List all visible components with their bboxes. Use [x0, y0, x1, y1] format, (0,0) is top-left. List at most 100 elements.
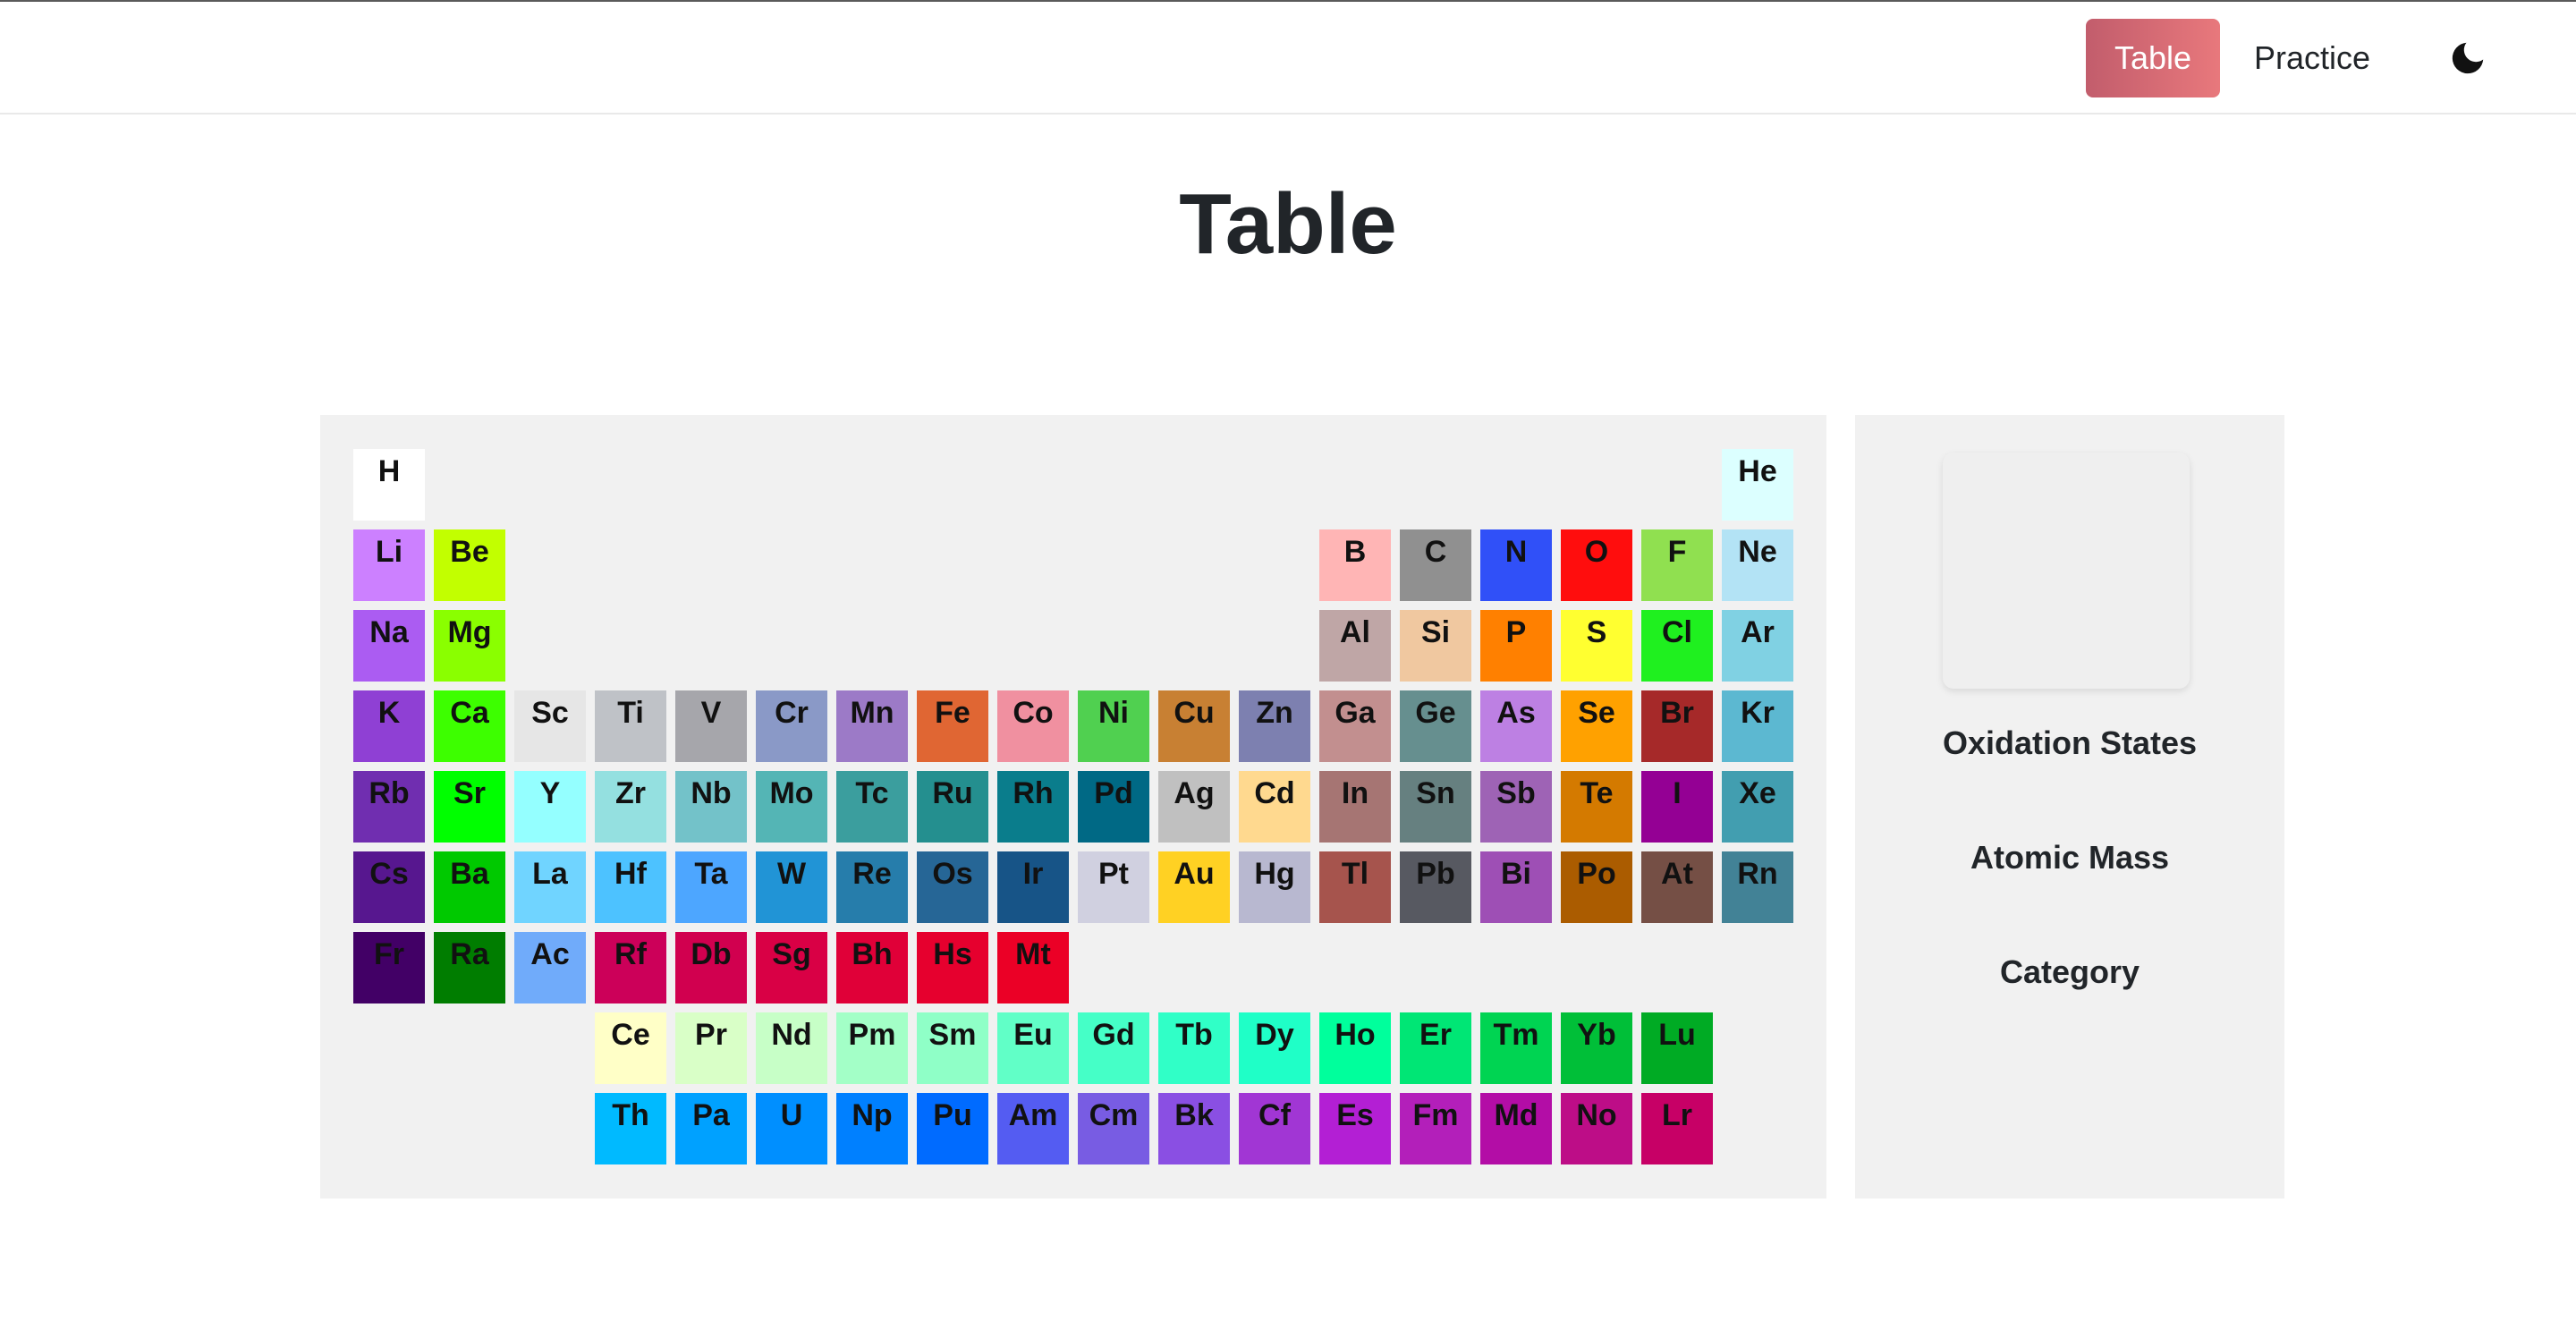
element-tile-ir[interactable]: Ir — [997, 851, 1069, 923]
element-tile-hg[interactable]: Hg — [1239, 851, 1310, 923]
element-tile-w[interactable]: W — [756, 851, 827, 923]
element-tile-rf[interactable]: Rf — [595, 932, 666, 1004]
element-tile-in[interactable]: In — [1319, 771, 1391, 843]
element-tile-i[interactable]: I — [1641, 771, 1713, 843]
element-tile-ta[interactable]: Ta — [675, 851, 747, 923]
element-tile-xe[interactable]: Xe — [1722, 771, 1793, 843]
element-tile-fr[interactable]: Fr — [353, 932, 425, 1004]
element-tile-br[interactable]: Br — [1641, 690, 1713, 762]
element-tile-se[interactable]: Se — [1561, 690, 1632, 762]
element-tile-p[interactable]: P — [1480, 610, 1552, 682]
element-tile-sm[interactable]: Sm — [917, 1012, 988, 1084]
element-tile-u[interactable]: U — [756, 1093, 827, 1164]
element-tile-cu[interactable]: Cu — [1158, 690, 1230, 762]
element-tile-dy[interactable]: Dy — [1239, 1012, 1310, 1084]
element-tile-mg[interactable]: Mg — [434, 610, 505, 682]
element-tile-ne[interactable]: Ne — [1722, 529, 1793, 601]
element-tile-v[interactable]: V — [675, 690, 747, 762]
element-tile-cd[interactable]: Cd — [1239, 771, 1310, 843]
element-tile-pa[interactable]: Pa — [675, 1093, 747, 1164]
element-tile-er[interactable]: Er — [1400, 1012, 1471, 1084]
element-tile-cf[interactable]: Cf — [1239, 1093, 1310, 1164]
element-tile-na[interactable]: Na — [353, 610, 425, 682]
element-tile-b[interactable]: B — [1319, 529, 1391, 601]
element-tile-re[interactable]: Re — [836, 851, 908, 923]
element-tile-cr[interactable]: Cr — [756, 690, 827, 762]
element-tile-tb[interactable]: Tb — [1158, 1012, 1230, 1084]
element-tile-al[interactable]: Al — [1319, 610, 1391, 682]
element-tile-tl[interactable]: Tl — [1319, 851, 1391, 923]
element-tile-nb[interactable]: Nb — [675, 771, 747, 843]
element-tile-pm[interactable]: Pm — [836, 1012, 908, 1084]
element-tile-ru[interactable]: Ru — [917, 771, 988, 843]
element-tile-yb[interactable]: Yb — [1561, 1012, 1632, 1084]
element-tile-ac[interactable]: Ac — [514, 932, 586, 1004]
element-tile-cs[interactable]: Cs — [353, 851, 425, 923]
element-tile-au[interactable]: Au — [1158, 851, 1230, 923]
element-tile-ga[interactable]: Ga — [1319, 690, 1391, 762]
element-tile-c[interactable]: C — [1400, 529, 1471, 601]
element-tile-pt[interactable]: Pt — [1078, 851, 1149, 923]
element-tile-fm[interactable]: Fm — [1400, 1093, 1471, 1164]
element-tile-si[interactable]: Si — [1400, 610, 1471, 682]
element-tile-es[interactable]: Es — [1319, 1093, 1391, 1164]
element-tile-ho[interactable]: Ho — [1319, 1012, 1391, 1084]
element-tile-eu[interactable]: Eu — [997, 1012, 1069, 1084]
element-tile-tm[interactable]: Tm — [1480, 1012, 1552, 1084]
element-tile-zn[interactable]: Zn — [1239, 690, 1310, 762]
element-tile-ar[interactable]: Ar — [1722, 610, 1793, 682]
element-tile-sb[interactable]: Sb — [1480, 771, 1552, 843]
element-tile-md[interactable]: Md — [1480, 1093, 1552, 1164]
element-tile-k[interactable]: K — [353, 690, 425, 762]
element-tile-sn[interactable]: Sn — [1400, 771, 1471, 843]
element-tile-hs[interactable]: Hs — [917, 932, 988, 1004]
element-tile-ca[interactable]: Ca — [434, 690, 505, 762]
element-tile-sc[interactable]: Sc — [514, 690, 586, 762]
element-tile-th[interactable]: Th — [595, 1093, 666, 1164]
element-tile-os[interactable]: Os — [917, 851, 988, 923]
element-tile-te[interactable]: Te — [1561, 771, 1632, 843]
element-tile-fe[interactable]: Fe — [917, 690, 988, 762]
element-tile-n[interactable]: N — [1480, 529, 1552, 601]
element-tile-lu[interactable]: Lu — [1641, 1012, 1713, 1084]
element-tile-sg[interactable]: Sg — [756, 932, 827, 1004]
element-tile-nd[interactable]: Nd — [756, 1012, 827, 1084]
element-tile-lr[interactable]: Lr — [1641, 1093, 1713, 1164]
element-tile-zr[interactable]: Zr — [595, 771, 666, 843]
element-tile-rn[interactable]: Rn — [1722, 851, 1793, 923]
element-tile-po[interactable]: Po — [1561, 851, 1632, 923]
element-tile-y[interactable]: Y — [514, 771, 586, 843]
element-tile-gd[interactable]: Gd — [1078, 1012, 1149, 1084]
element-tile-kr[interactable]: Kr — [1722, 690, 1793, 762]
element-tile-ge[interactable]: Ge — [1400, 690, 1471, 762]
element-tile-f[interactable]: F — [1641, 529, 1713, 601]
element-tile-pd[interactable]: Pd — [1078, 771, 1149, 843]
element-tile-h[interactable]: H — [353, 449, 425, 521]
theme-toggle-button[interactable] — [2447, 38, 2488, 79]
element-tile-pu[interactable]: Pu — [917, 1093, 988, 1164]
element-tile-pb[interactable]: Pb — [1400, 851, 1471, 923]
element-tile-he[interactable]: He — [1722, 449, 1793, 521]
element-tile-ce[interactable]: Ce — [595, 1012, 666, 1084]
element-tile-as[interactable]: As — [1480, 690, 1552, 762]
element-tile-ra[interactable]: Ra — [434, 932, 505, 1004]
element-tile-rb[interactable]: Rb — [353, 771, 425, 843]
element-tile-cl[interactable]: Cl — [1641, 610, 1713, 682]
element-tile-be[interactable]: Be — [434, 529, 505, 601]
element-tile-am[interactable]: Am — [997, 1093, 1069, 1164]
element-tile-ti[interactable]: Ti — [595, 690, 666, 762]
element-tile-hf[interactable]: Hf — [595, 851, 666, 923]
element-tile-at[interactable]: At — [1641, 851, 1713, 923]
element-tile-bk[interactable]: Bk — [1158, 1093, 1230, 1164]
element-tile-o[interactable]: O — [1561, 529, 1632, 601]
element-tile-ni[interactable]: Ni — [1078, 690, 1149, 762]
element-tile-ba[interactable]: Ba — [434, 851, 505, 923]
element-tile-np[interactable]: Np — [836, 1093, 908, 1164]
element-tile-rh[interactable]: Rh — [997, 771, 1069, 843]
element-tile-ag[interactable]: Ag — [1158, 771, 1230, 843]
element-tile-tc[interactable]: Tc — [836, 771, 908, 843]
element-tile-li[interactable]: Li — [353, 529, 425, 601]
element-tile-la[interactable]: La — [514, 851, 586, 923]
nav-table-button[interactable]: Table — [2086, 19, 2220, 97]
element-tile-bi[interactable]: Bi — [1480, 851, 1552, 923]
